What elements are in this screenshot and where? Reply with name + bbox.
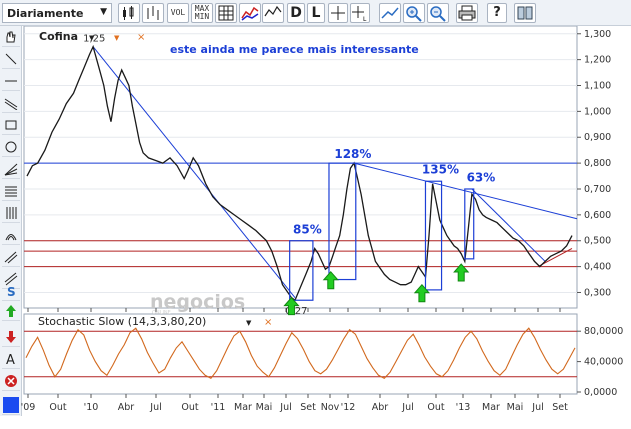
stochastic-dropdown-icon: ▼: [246, 319, 252, 327]
price-tick-label: 0,300: [584, 287, 611, 298]
chart-title: Cofina: [39, 30, 78, 43]
x-tick-label: Jul: [279, 402, 291, 413]
book-icon: [517, 6, 533, 20]
footer-copyright: [0, 418, 631, 429]
draw-trend-button[interactable]: [379, 3, 401, 23]
zoom-out-icon: [430, 6, 446, 22]
compare-icon: [241, 6, 259, 21]
period-select[interactable]: Diariamente ▼: [2, 3, 112, 23]
indicator-icon: [264, 5, 282, 17]
x-tick-label: Out: [49, 402, 66, 413]
chevron-down-icon: ▼: [100, 7, 107, 17]
x-tick-label: Jul: [401, 402, 413, 413]
x-tick-label: Abr: [118, 402, 135, 413]
x-tick-label: Jul: [149, 402, 161, 413]
maxmin-label: MAX MIN: [194, 4, 210, 21]
x-tick-label: '10: [84, 402, 99, 413]
period-select-value: Diariamente: [7, 7, 84, 20]
x-tick-label: '13: [456, 402, 471, 413]
price-tick-label: 0,400: [584, 262, 611, 273]
stochastic-tick-label: 40,0000: [584, 357, 623, 368]
x-tick-label: Nov: [321, 402, 340, 413]
x-tick-label: '09: [21, 402, 36, 413]
grid-button[interactable]: [215, 3, 237, 23]
chart-annotation-text: este ainda me parece mais interessante: [170, 43, 419, 56]
x-tick-label: '11: [211, 402, 226, 413]
price-tick-label: 1,200: [584, 55, 611, 66]
zoom-in-button[interactable]: [403, 3, 425, 23]
x-tick-label: Set: [552, 402, 568, 413]
crosshair-label-button[interactable]: L: [350, 3, 370, 23]
price-tick-label: 1,300: [584, 29, 611, 40]
price-tick-label: 1,000: [584, 106, 611, 117]
price-tick-label: 0,900: [584, 132, 611, 143]
x-tick-label: Jul: [531, 402, 543, 413]
price-chart: 1,300 1,200 1,100 1,000 0,900 0,800 0,700 0,600…: [21, 26, 623, 413]
stochastic-title: Stochastic Slow (14,3,3,80,20): [38, 315, 206, 328]
stochastic-tick-label: 80,0000: [584, 326, 623, 337]
crosshair-icon: [331, 6, 345, 20]
ohlc-button[interactable]: [142, 3, 164, 23]
x-tick-label: Abr: [372, 402, 389, 413]
candlestick-button[interactable]: [118, 3, 140, 23]
bar-chart-icon: [147, 6, 159, 20]
candlestick-icon: [123, 6, 134, 20]
title-dropdown-icon: ▼: [89, 34, 95, 42]
line-button[interactable]: L: [307, 3, 325, 23]
price-tick-label: 0,600: [584, 210, 611, 221]
trend-draw-icon: [381, 7, 399, 19]
x-tick-label: '12: [341, 402, 356, 413]
zoom-in-icon: [406, 6, 422, 22]
line-label: L: [311, 5, 321, 21]
help-button[interactable]: ?: [487, 3, 507, 23]
daily-label: D: [290, 5, 302, 21]
stochastic-tick-label: 0,0000: [584, 387, 617, 398]
compare-button[interactable]: [239, 3, 261, 23]
volume-button[interactable]: VOL: [167, 3, 189, 23]
price-tick-label: 0,800: [584, 158, 611, 169]
price-tick-label: 1,100: [584, 81, 611, 92]
x-tick-label: Mar: [482, 402, 500, 413]
x-tick-label: Set: [300, 402, 316, 413]
book-button[interactable]: [514, 3, 536, 23]
svg-text:L: L: [363, 16, 367, 22]
title-close-icon: ×: [137, 32, 145, 43]
volume-label: VOL: [170, 8, 186, 17]
x-tick-label: Out: [181, 402, 198, 413]
crosshair-button[interactable]: [328, 3, 348, 23]
title-color-icon: ▼: [114, 34, 120, 42]
help-icon: ?: [493, 5, 501, 20]
label-85-percent: 85%: [293, 223, 322, 237]
daily-button[interactable]: D: [287, 3, 305, 23]
x-tick-label: Mai: [507, 402, 524, 413]
price-panel: [23, 26, 578, 309]
x-tick-label: Mai: [256, 402, 273, 413]
grid-icon: [218, 5, 234, 21]
label-128-percent: 128%: [334, 147, 371, 161]
price-tick-label: 0,700: [584, 184, 611, 195]
stochastic-close-icon: ×: [264, 317, 272, 328]
x-tick-label: Mar: [234, 402, 252, 413]
crosshair-label-icon: L: [352, 6, 367, 23]
price-tick-label: 0,500: [584, 236, 611, 247]
zoom-out-button[interactable]: [427, 3, 449, 23]
maxmin-button[interactable]: MAX MIN: [191, 3, 213, 23]
label-135-percent: 135%: [422, 163, 459, 177]
print-button[interactable]: [456, 3, 478, 23]
chart-toolbar: Diariamente ▼ VOL MAX MIN D L L ?: [0, 0, 631, 26]
printer-icon: [458, 5, 476, 21]
label-63-percent: 63%: [467, 170, 496, 184]
indicator-button[interactable]: [262, 3, 284, 23]
x-tick-label: Out: [427, 402, 444, 413]
